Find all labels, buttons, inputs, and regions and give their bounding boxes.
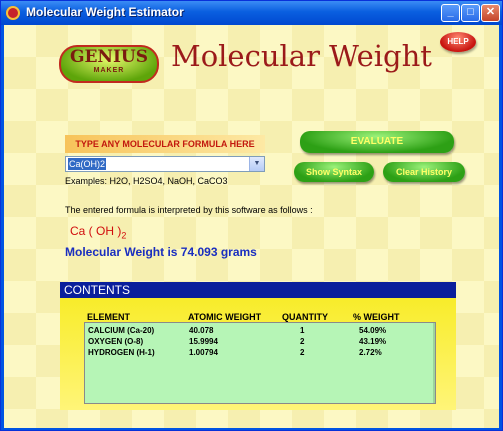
title-bar[interactable]: Molecular Weight Estimator _ □ ✕ <box>1 1 502 25</box>
cell-percent-weight: 54.09% <box>359 326 387 335</box>
table-scrollbar[interactable] <box>433 323 435 403</box>
cell-element: CALCIUM (Ca-20) <box>88 326 155 335</box>
table-row[interactable]: CALCIUM (Ca-20) 40.078 1 54.09% <box>85 326 435 337</box>
help-button[interactable]: HELP <box>440 32 476 52</box>
formula-subscript: 2 <box>121 230 127 241</box>
show-syntax-button[interactable]: Show Syntax <box>294 162 374 182</box>
chevron-down-icon[interactable]: ▼ <box>249 157 264 171</box>
column-header-percent-weight: % WEIGHT <box>353 312 400 322</box>
app-icon <box>6 6 20 20</box>
app-title: Molecular Weight <box>171 39 432 73</box>
logo-text-bottom: MAKER <box>93 67 125 74</box>
cell-atomic-weight: 40.078 <box>189 326 214 335</box>
window-title: Molecular Weight Estimator <box>26 5 184 19</box>
formula-input-value[interactable]: Ca(OH)2 <box>68 158 107 170</box>
cell-atomic-weight: 15.9994 <box>189 337 218 346</box>
clear-history-button[interactable]: Clear History <box>383 162 465 182</box>
cell-quantity: 2 <box>300 337 305 346</box>
contents-header: CONTENTS <box>60 282 456 298</box>
contents-panel: ELEMENT ATOMIC WEIGHT QUANTITY % WEIGHT … <box>60 298 456 410</box>
cell-atomic-weight: 1.00794 <box>189 348 218 357</box>
examples-text: Examples: H2O, H2SO4, NaOH, CaCO3 <box>65 176 228 186</box>
cell-percent-weight: 43.19% <box>359 337 387 346</box>
cell-quantity: 2 <box>300 348 305 357</box>
app-window: Molecular Weight Estimator _ □ ✕ GENIUS … <box>0 0 503 431</box>
cell-quantity: 1 <box>300 326 305 335</box>
client-area: GENIUS MAKER Molecular Weight HELP TYPE … <box>4 25 499 428</box>
formula-prompt-label: TYPE ANY MOLECULAR FORMULA HERE <box>65 135 265 153</box>
table-row[interactable]: OXYGEN (O-8) 15.9994 2 43.19% <box>85 337 435 348</box>
cell-element: HYDROGEN (H-1) <box>88 348 155 357</box>
column-header-quantity: QUANTITY <box>282 312 328 322</box>
formula-input[interactable]: Ca(OH)2 ▼ <box>65 156 265 172</box>
minimize-button[interactable]: _ <box>441 4 460 22</box>
column-header-element: ELEMENT <box>87 312 131 322</box>
cell-element: OXYGEN (O-8) <box>88 337 144 346</box>
evaluate-button[interactable]: EVALUATE <box>300 131 454 153</box>
molecular-weight-result: Molecular Weight is 74.093 grams <box>65 245 257 259</box>
interpretation-text: The entered formula is interpreted by th… <box>65 205 313 215</box>
contents-table[interactable]: CALCIUM (Ca-20) 40.078 1 54.09% OXYGEN (… <box>84 322 436 404</box>
interpreted-formula: Ca ( OH )2 <box>70 224 126 240</box>
formula-main: Ca ( OH ) <box>70 224 122 238</box>
genius-maker-logo: GENIUS MAKER <box>59 45 159 83</box>
close-button[interactable]: ✕ <box>481 4 500 22</box>
maximize-button[interactable]: □ <box>461 4 480 22</box>
cell-percent-weight: 2.72% <box>359 348 382 357</box>
table-row[interactable]: HYDROGEN (H-1) 1.00794 2 2.72% <box>85 348 435 359</box>
column-header-atomic-weight: ATOMIC WEIGHT <box>188 312 262 322</box>
logo-text-top: GENIUS <box>69 47 149 67</box>
